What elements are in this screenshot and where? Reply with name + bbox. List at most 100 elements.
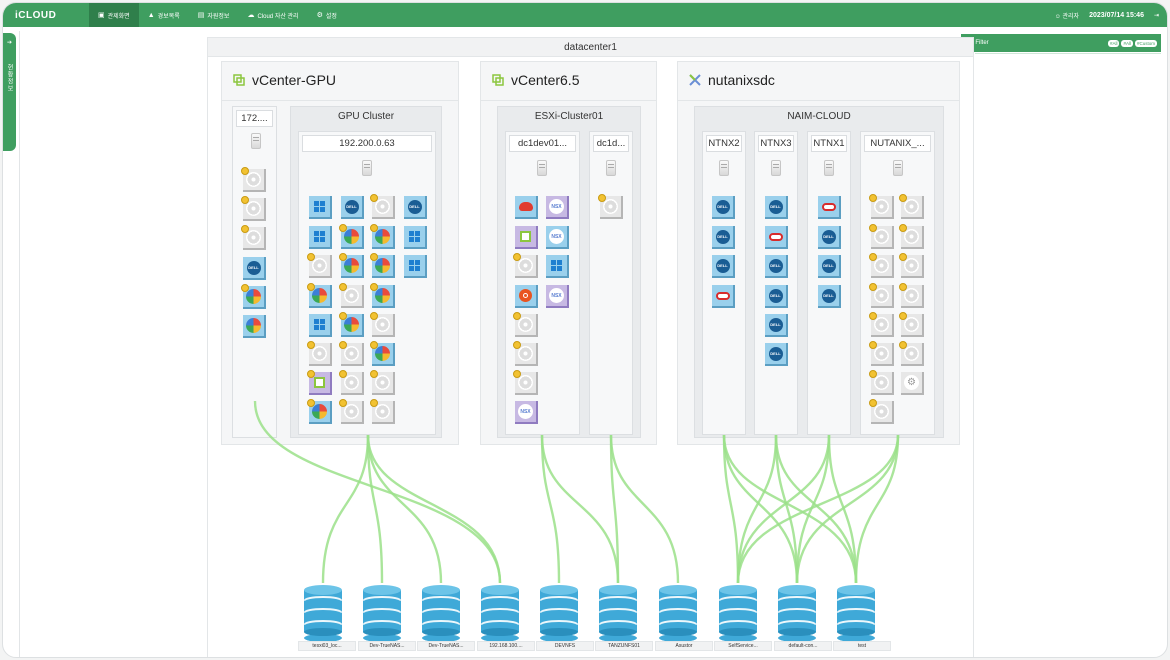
host-label[interactable]: NTNX2 [706,135,742,152]
host-label[interactable]: NTNX1 [811,135,847,152]
host-label[interactable]: dc1d... [593,135,629,152]
vm-node[interactable] [339,341,364,366]
vm-node[interactable] [339,399,364,424]
vm-node[interactable] [869,253,894,278]
host-column[interactable]: NTNX3 [754,131,798,435]
vm-node[interactable] [899,341,924,366]
vm-node[interactable] [309,226,332,249]
vm-node[interactable]: DELL [404,196,427,219]
host-label[interactable]: 172.... [236,110,273,127]
nav-item-dashboard[interactable]: ▣ 관제화면 [89,3,139,27]
datastore-label[interactable]: SelfService... [714,641,772,651]
vm-node[interactable] [869,194,894,219]
vm-node[interactable] [339,370,364,395]
vm-node[interactable] [241,167,266,192]
vm-node[interactable] [370,312,395,337]
vm-node[interactable] [869,312,894,337]
vm-node[interactable] [899,312,924,337]
app-logo[interactable]: iCLOUD [3,10,89,21]
host-label[interactable]: NUTANIX_... [864,135,931,152]
logout-icon[interactable]: ⇥ [1154,12,1159,19]
vm-node[interactable] [515,196,538,219]
vm-node[interactable]: NSX [515,401,538,424]
vm-node[interactable] [515,226,538,249]
vm-node[interactable]: DELL [765,343,788,366]
side-panel-tab[interactable]: ➔ 현황정보 [3,33,16,151]
vm-node[interactable] [370,253,395,278]
nav-item-cloud-assets[interactable]: ☁ Cloud 자산 관리 [238,3,307,27]
vm-node[interactable]: DELL [765,255,788,278]
vm-node[interactable] [370,341,395,366]
host-column[interactable]: dc1d... [589,131,633,435]
datastore-label[interactable]: Dev-TrueNAS... [417,641,475,651]
user-menu[interactable]: ☺ 관리자 [1055,11,1079,20]
vm-node[interactable] [513,341,538,366]
vm-node[interactable] [546,255,569,278]
vm-node[interactable] [598,194,623,219]
nav-item-resources[interactable]: ▤ 자원정보 [189,3,239,27]
vm-node[interactable] [339,312,364,337]
vm-node[interactable] [513,370,538,395]
vm-node[interactable] [307,399,332,424]
filter-bar[interactable]: › Filter #All #All #Custom [961,34,1161,52]
datastore-label[interactable]: TANZUNFS01 [595,641,653,651]
vm-node[interactable] [339,224,364,249]
host-label[interactable]: dc1dev01... [509,135,576,152]
vm-node[interactable]: DELL [243,257,266,280]
chevron-right-icon[interactable]: ➔ [7,39,12,46]
vm-node[interactable]: NSX [546,226,569,249]
vm-node[interactable] [370,283,395,308]
host-column[interactable]: NTNX1 [807,131,851,435]
host-label[interactable]: 192.200.0.63 [302,135,432,152]
filter-chip[interactable]: #Custom [1134,39,1157,47]
host-label[interactable]: NTNX3 [758,135,794,152]
vm-node[interactable] [899,224,924,249]
vm-node[interactable] [869,370,894,395]
vm-node[interactable] [404,226,427,249]
vm-node[interactable] [309,314,332,337]
vm-node[interactable] [241,284,266,309]
vm-node[interactable] [243,315,266,338]
filter-chip[interactable]: #All [1121,39,1133,47]
vm-node[interactable]: DELL [712,226,735,249]
vm-node[interactable] [370,194,395,219]
vm-node[interactable] [869,283,894,308]
vm-node[interactable]: DELL [712,196,735,219]
vm-node[interactable] [307,253,332,278]
datastore-label[interactable]: DEVNFS [536,641,594,651]
vm-node[interactable]: DELL [765,285,788,308]
vm-node[interactable] [309,196,332,219]
datastore-label[interactable]: tesxi03_loc... [298,641,356,651]
vm-node[interactable]: DELL [765,314,788,337]
vm-node[interactable] [899,283,924,308]
datastore-label[interactable]: Dev-TrueNAS... [358,641,416,651]
vcenter-header[interactable]: vCenter6.5 [491,72,579,88]
vm-node[interactable] [241,196,266,221]
vm-node[interactable] [370,224,395,249]
vm-node[interactable] [370,370,395,395]
vm-node[interactable]: DELL [712,255,735,278]
vm-node[interactable] [869,224,894,249]
vm-node[interactable] [869,399,894,424]
nav-item-settings[interactable]: ⚙ 설정 [308,3,346,27]
datastore-label[interactable]: Asustor [655,641,713,651]
datastore-label[interactable]: default-con... [774,641,832,651]
host-column[interactable]: NTNX2 [702,131,746,435]
vm-node[interactable] [818,196,841,219]
vm-node[interactable] [307,370,332,395]
vm-node[interactable] [899,194,924,219]
vm-node[interactable] [307,283,332,308]
vm-node[interactable] [513,312,538,337]
vm-node[interactable] [899,253,924,278]
vm-node[interactable] [515,285,538,308]
vm-node[interactable]: NSX [546,285,569,308]
vcenter-header[interactable]: vCenter-GPU [232,72,336,88]
vm-node[interactable] [241,225,266,250]
vm-node[interactable] [513,253,538,278]
vm-node[interactable] [339,283,364,308]
datastore-label[interactable]: test [833,641,891,651]
vm-node[interactable] [339,253,364,278]
vm-node[interactable] [307,341,332,366]
vm-node[interactable]: DELL [818,226,841,249]
vcenter-header[interactable]: nutanixsdc [688,72,775,88]
